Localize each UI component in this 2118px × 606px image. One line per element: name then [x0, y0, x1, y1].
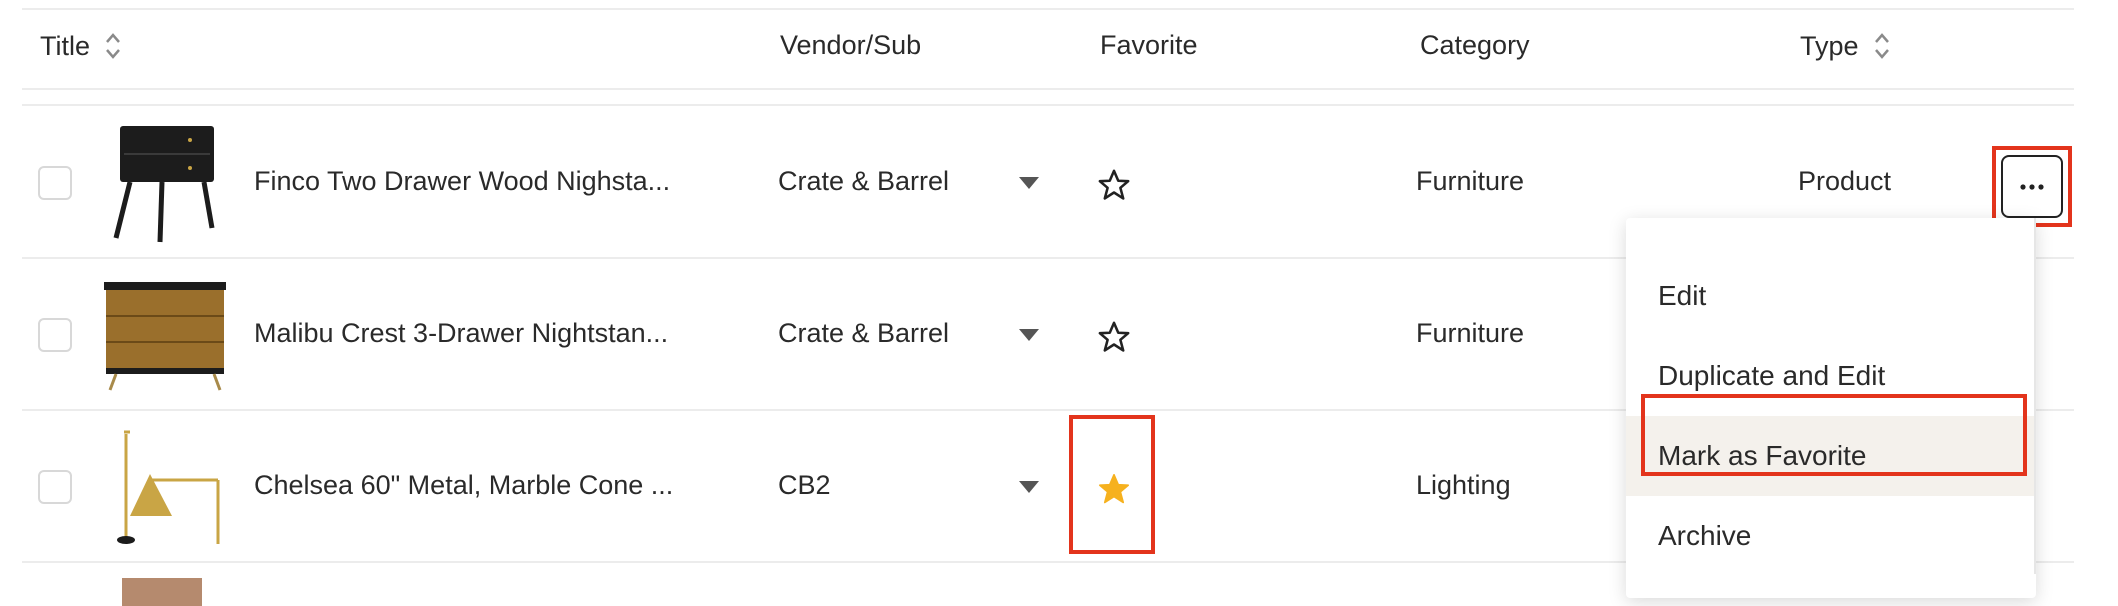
column-header-title-label: Title	[40, 30, 91, 61]
column-header-type-label: Type	[1800, 30, 1859, 61]
row-title[interactable]: Malibu Crest 3-Drawer Nightstan...	[254, 318, 668, 349]
row-checkbox[interactable]	[38, 470, 72, 504]
row-checkbox[interactable]	[38, 318, 72, 352]
row-type: Product	[1798, 166, 1892, 196]
highlight-mark-as-favorite	[1641, 394, 2027, 476]
row-vendor: Crate & Barrel	[778, 166, 950, 196]
column-header-vendor: Vendor/Sub	[780, 30, 921, 61]
table-top-border	[22, 8, 2074, 10]
product-thumbnail-rug	[122, 578, 202, 606]
product-thumbnail-nightstand	[113, 126, 215, 243]
sort-icon[interactable]	[1871, 30, 1893, 62]
column-header-favorite-label: Favorite	[1100, 30, 1198, 60]
row-category: Furniture	[1416, 166, 1525, 196]
column-header-type[interactable]: Type	[1800, 30, 1893, 62]
star-outline-icon[interactable]	[1097, 168, 1131, 202]
header-bottom-border	[22, 88, 2074, 90]
row-category: Furniture	[1416, 318, 1525, 348]
menu-item-archive[interactable]: Archive	[1626, 496, 2036, 576]
row-title[interactable]: Finco Two Drawer Wood Nighsta...	[254, 166, 670, 197]
row-checkbox[interactable]	[38, 166, 72, 200]
product-thumbnail-floor-lamp	[117, 430, 220, 544]
column-header-category-label: Category	[1420, 30, 1530, 60]
column-header-title[interactable]: Title	[40, 30, 124, 62]
column-header-favorite: Favorite	[1100, 30, 1198, 61]
sort-icon[interactable]	[102, 30, 124, 62]
caret-down-icon[interactable]	[1018, 328, 1040, 342]
row-category: Lighting	[1416, 470, 1511, 500]
highlight-more-button	[1992, 146, 2072, 227]
row-vendor: Crate & Barrel	[778, 318, 950, 348]
caret-down-icon[interactable]	[1018, 176, 1040, 190]
menu-item-edit[interactable]: Edit	[1626, 256, 2036, 336]
highlight-favorite-star	[1069, 415, 1155, 554]
product-thumbnail-dresser	[104, 282, 226, 391]
body-top-border	[22, 104, 2074, 106]
caret-down-icon[interactable]	[1018, 480, 1040, 494]
column-header-category: Category	[1420, 30, 1530, 61]
row-vendor: CB2	[778, 470, 831, 500]
column-header-vendor-label: Vendor/Sub	[780, 30, 922, 60]
row-title[interactable]: Chelsea 60" Metal, Marble Cone ...	[254, 470, 673, 501]
menu-scrollbar-track	[2034, 218, 2036, 574]
star-outline-icon[interactable]	[1097, 320, 1131, 354]
